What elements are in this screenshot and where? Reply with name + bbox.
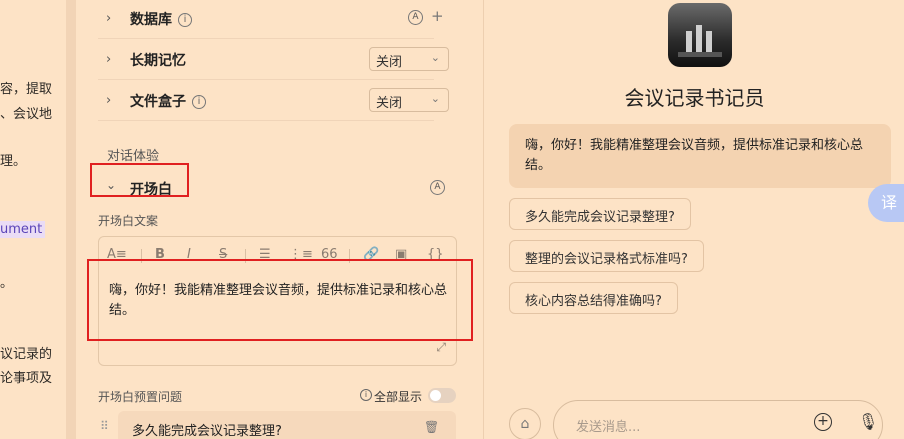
prompt-line: 论事项及	[0, 371, 53, 386]
chevron-down-icon: ⌄	[430, 51, 440, 64]
add-icon[interactable]: +	[431, 7, 444, 25]
avatar-pillar	[706, 31, 712, 53]
bot-avatar	[668, 3, 732, 67]
prompt-line: 。	[0, 276, 14, 291]
auto-call-icon[interactable]: A	[408, 10, 423, 25]
suggested-question[interactable]: 整理的会议记录格式标准吗?	[509, 240, 704, 272]
file-box-select[interactable]: 关闭 ⌄	[369, 88, 449, 112]
message-input[interactable]: 发送消息... + 🎙	[553, 400, 883, 439]
highlight-box-opening	[90, 163, 189, 197]
suggested-question[interactable]: 多久能完成会议记录整理?	[509, 198, 691, 230]
database-label: 数据库 i	[130, 9, 192, 29]
auto-call-icon[interactable]: A	[430, 180, 445, 195]
long-memory-row[interactable]: › 长期记忆 关闭 ⌄	[98, 39, 449, 80]
toggle-knob	[430, 390, 441, 401]
greeting-bubble: 嗨，你好！我能精准整理会议音频，提供标准记录和核心总结。	[509, 124, 891, 188]
select-value: 关闭	[376, 96, 403, 111]
show-all-toggle[interactable]	[428, 388, 456, 403]
prompt-line: 理。	[0, 154, 27, 169]
highlight-box-opening-text	[87, 259, 473, 341]
opening-text-label: 开场白文案	[98, 214, 159, 228]
prompt-reference-tag[interactable]: ument	[0, 221, 46, 238]
message-placeholder: 发送消息...	[576, 420, 641, 435]
file-box-label: 文件盒子 i	[130, 91, 206, 111]
suggested-question[interactable]: 核心内容总结得准确吗?	[509, 282, 678, 314]
preset-questions-label: 开场白预置问题	[98, 390, 183, 404]
preset-question-text[interactable]: 多久能完成会议记录整理?	[118, 411, 456, 439]
chevron-down-icon: ⌄	[430, 92, 440, 105]
prompt-line: 议记录的	[0, 347, 53, 362]
long-memory-label: 长期记忆	[130, 53, 186, 69]
attach-button[interactable]: ⌂	[509, 408, 541, 439]
config-panel: › 数据库 i A + › 长期记忆 关闭 ⌄ › 文件盒子 i 关闭 ⌄ 对话体验…	[76, 0, 557, 439]
bot-name: 会议记录书记员	[624, 86, 765, 110]
microphone-icon[interactable]: 🎙	[858, 412, 878, 431]
prompt-line: 、会议地	[0, 107, 53, 122]
delete-icon[interactable]: 🗑	[424, 420, 439, 434]
preset-question-row[interactable]: ⠿ 多久能完成会议记录整理? 🗑	[98, 411, 456, 439]
translate-button[interactable]: 译	[868, 184, 904, 222]
panel-divider	[66, 0, 76, 439]
prompt-panel[interactable]: 容，提取 、会议地 理。 ument 。 议记录的 论事项及	[0, 0, 66, 439]
prompt-line: 容，提取	[0, 82, 53, 97]
chevron-right-icon[interactable]: ›	[106, 11, 111, 26]
file-box-row[interactable]: › 文件盒子 i 关闭 ⌄	[98, 80, 449, 121]
expand-icon[interactable]: ⤢	[436, 340, 446, 355]
chevron-right-icon[interactable]: ›	[106, 52, 111, 67]
avatar-pillar	[686, 31, 692, 53]
avatar-pillar	[696, 25, 702, 53]
chevron-right-icon[interactable]: ›	[106, 93, 111, 108]
info-icon[interactable]: i	[178, 13, 192, 27]
drag-handle-icon[interactable]: ⠿	[100, 419, 109, 433]
long-memory-select[interactable]: 关闭 ⌄	[369, 47, 449, 71]
database-row[interactable]: › 数据库 i A +	[98, 0, 444, 39]
plus-icon[interactable]: +	[814, 413, 832, 431]
select-value: 关闭	[376, 55, 403, 70]
chat-preview: 会议记录书记员 嗨，你好！我能精准整理会议音频，提供标准记录和核心总结。 多久能…	[485, 0, 904, 439]
avatar-base	[678, 52, 722, 57]
section-title: 对话体验	[107, 149, 160, 164]
info-icon[interactable]: i	[192, 95, 206, 109]
info-icon[interactable]: i	[360, 389, 372, 401]
show-all-label: 全部显示	[374, 390, 423, 404]
